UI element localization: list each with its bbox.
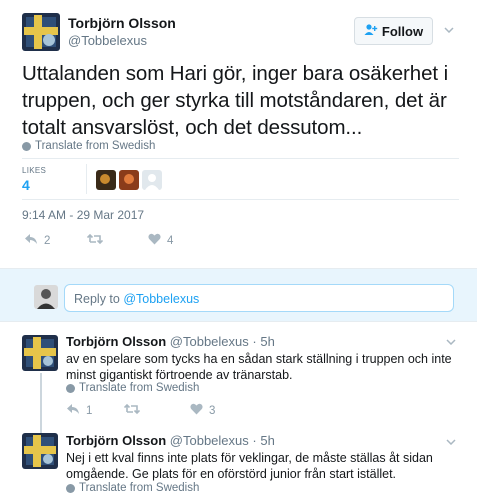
reply-time[interactable]: 5h <box>260 334 274 349</box>
follow-label: Follow <box>381 23 424 39</box>
reply-input[interactable]: Reply to @Tobbelexus <box>64 284 454 312</box>
retweet-action[interactable] <box>86 233 109 248</box>
likes-label: LIKES <box>22 166 47 175</box>
reply-prefix: Reply to <box>74 292 124 306</box>
thread-connector <box>40 373 42 433</box>
liker-avatar[interactable] <box>142 170 162 190</box>
liker-avatar[interactable] <box>96 170 116 190</box>
reply-header: Torbjörn Olsson @Tobbelexus · 5h <box>66 334 275 349</box>
reply-author-handle[interactable]: @Tobbelexus <box>170 433 249 448</box>
translate-label: Translate from Swedish <box>79 382 200 394</box>
translate-label: Translate from Swedish <box>35 140 156 152</box>
tweet-timestamp[interactable]: 9:14 AM - 29 Mar 2017 <box>22 208 144 222</box>
reply-count: 2 <box>44 234 51 247</box>
current-user-avatar <box>34 285 58 309</box>
reply-author-handle[interactable]: @Tobbelexus <box>170 334 249 349</box>
translate-link[interactable]: Translate from Swedish <box>66 382 199 394</box>
translate-label: Translate from Swedish <box>79 482 200 494</box>
follow-button[interactable]: Follow <box>354 17 433 45</box>
like-action[interactable]: 3 <box>190 403 215 418</box>
reply-text: av en spelare som tycks ha en sådan star… <box>66 352 452 382</box>
reply-icon <box>66 403 80 418</box>
chevron-down-icon[interactable] <box>446 436 456 448</box>
globe-icon <box>66 483 75 493</box>
reply-mention: @Tobbelexus <box>123 292 200 306</box>
author-handle[interactable]: @Tobbelexus <box>68 33 147 48</box>
reply-action[interactable]: 1 <box>66 403 92 418</box>
tweet-text: Uttalanden som Hari gör, inger bara osäk… <box>22 62 449 139</box>
globe-icon <box>22 141 31 151</box>
retweet-icon <box>86 233 104 248</box>
like-count: 3 <box>209 404 216 417</box>
retweet-action[interactable] <box>123 403 146 418</box>
reply-header: Torbjörn Olsson @Tobbelexus · 5h <box>66 433 275 448</box>
user-plus-icon <box>364 24 378 38</box>
like-action[interactable]: 4 <box>148 233 173 248</box>
reply-avatar[interactable] <box>22 335 58 371</box>
reply-author-name[interactable]: Torbjörn Olsson <box>66 334 166 349</box>
like-count: 4 <box>167 234 174 247</box>
author-avatar[interactable] <box>22 13 60 51</box>
globe-icon <box>66 383 75 393</box>
reply-avatar[interactable] <box>22 433 58 469</box>
reply-action[interactable]: 2 <box>24 233 50 248</box>
heart-icon <box>148 233 161 248</box>
divider <box>22 158 459 159</box>
reply-text: Nej i ett kval finns inte plats för vekl… <box>66 451 433 481</box>
author-name[interactable]: Torbjörn Olsson <box>68 15 176 31</box>
heart-icon <box>190 403 203 418</box>
reply-icon <box>24 233 38 248</box>
divider <box>22 199 459 200</box>
reply-time[interactable]: 5h <box>260 433 274 448</box>
chevron-down-icon[interactable] <box>446 336 456 348</box>
reply-author-name[interactable]: Torbjörn Olsson <box>66 433 166 448</box>
stats-separator <box>86 164 87 194</box>
retweet-icon <box>123 403 141 418</box>
translate-link[interactable]: Translate from Swedish <box>22 140 155 152</box>
likes-count[interactable]: 4 <box>22 177 30 193</box>
reply-count: 1 <box>86 404 93 417</box>
liker-avatar[interactable] <box>119 170 139 190</box>
chevron-down-icon[interactable] <box>444 24 454 36</box>
translate-link[interactable]: Translate from Swedish <box>66 482 199 494</box>
